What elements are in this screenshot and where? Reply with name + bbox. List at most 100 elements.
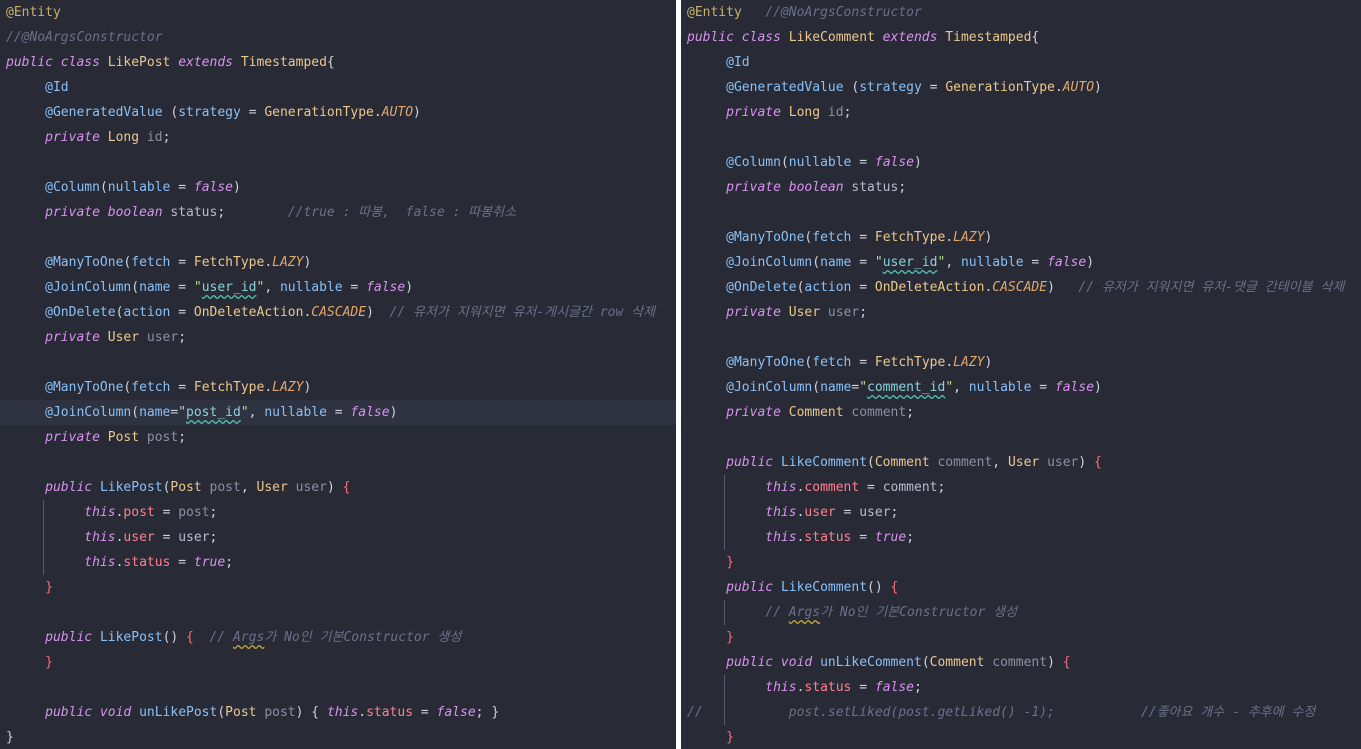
code-line[interactable]: private User user; [0, 325, 676, 350]
code-line[interactable]: public LikePost() { // Args가 No인 기본Const… [0, 625, 676, 650]
code-token: GenerationType [264, 105, 374, 120]
code-line[interactable]: private boolean status; [681, 175, 1361, 200]
code-line[interactable]: this.comment = comment; [681, 475, 1361, 500]
code-token: Post [107, 430, 147, 445]
code-line[interactable]: private Long id; [0, 125, 676, 150]
code-token: @JoinColumn [45, 405, 132, 420]
code-line[interactable]: this.post = post; [0, 500, 676, 525]
code-line[interactable]: private Post post; [0, 425, 676, 450]
code-line[interactable]: @ManyToOne(fetch = FetchType.LAZY) [0, 375, 676, 400]
code-line[interactable] [681, 325, 1361, 350]
code-line[interactable]: this.status = true; [681, 525, 1361, 550]
code-line[interactable]: public void unLikePost(Post post) { this… [0, 700, 676, 725]
code-line[interactable] [681, 125, 1361, 150]
code-token: user [178, 530, 210, 545]
code-line[interactable]: @JoinColumn(name="post_id", nullable = f… [0, 400, 676, 425]
code-line[interactable]: @JoinColumn(name = "user_id", nullable =… [0, 275, 676, 300]
code-line[interactable] [0, 450, 676, 475]
code-line[interactable]: private Long id; [681, 100, 1361, 125]
code-line[interactable]: } [0, 650, 676, 675]
code-line[interactable]: @Entity [0, 0, 676, 25]
code-token: = [248, 105, 265, 120]
code-line[interactable]: // Args가 No인 기본Constructor 생성 [681, 600, 1361, 625]
code-token: public class [6, 55, 108, 70]
code-line[interactable]: // post.setLiked(post.getLiked() -1); //… [681, 700, 1361, 725]
code-token: public [726, 580, 781, 595]
code-line[interactable]: private User user; [681, 300, 1361, 325]
code-token: false [1054, 380, 1095, 395]
code-token: ( [867, 455, 875, 470]
code-line[interactable]: @ManyToOne(fetch = FetchType.LAZY) [681, 350, 1361, 375]
code-token: status [366, 705, 421, 720]
code-token: = [420, 705, 437, 720]
code-token: ( [780, 155, 789, 170]
code-line[interactable]: this.user = user; [681, 500, 1361, 525]
code-line[interactable]: this.status = true; [0, 550, 676, 575]
code-line[interactable]: @OnDelete(action = OnDeleteAction.CASCAD… [0, 300, 676, 325]
code-token: ) [1094, 80, 1102, 95]
code-line[interactable]: } [681, 725, 1361, 749]
code-line[interactable] [0, 600, 676, 625]
code-token: ; [162, 130, 171, 145]
code-token: = [929, 80, 946, 95]
code-line[interactable]: private Comment comment; [681, 400, 1361, 425]
code-token: true [193, 555, 226, 570]
code-line[interactable]: public LikePost(Post post, User user) { [0, 475, 676, 500]
code-line[interactable] [0, 350, 676, 375]
code-line[interactable]: } [0, 725, 676, 749]
code-line[interactable]: public LikeComment(Comment comment, User… [681, 450, 1361, 475]
code-line[interactable] [681, 200, 1361, 225]
code-line[interactable]: } [0, 575, 676, 600]
code-token: false [874, 155, 915, 170]
code-line[interactable]: @Entity //@NoArgsConstructor [681, 0, 1361, 25]
code-token: public [726, 455, 781, 470]
code-token: post [264, 705, 296, 720]
code-line[interactable] [0, 675, 676, 700]
code-token: comment [804, 480, 868, 495]
code-token: LikePost [99, 480, 163, 495]
code-line[interactable]: } [681, 550, 1361, 575]
code-line[interactable]: public LikeComment() { [681, 575, 1361, 600]
code-line[interactable]: this.user = user; [0, 525, 676, 550]
code-line[interactable]: @ManyToOne(fetch = FetchType.LAZY) [0, 250, 676, 275]
code-line[interactable] [0, 150, 676, 175]
code-line[interactable]: public class LikePost extends Timestampe… [0, 50, 676, 75]
left-code-editor[interactable]: @Entity //@NoArgsConstructor public class … [0, 0, 676, 749]
code-line[interactable]: @Column(nullable = false) [0, 175, 676, 200]
code-line[interactable]: @Id [681, 50, 1361, 75]
code-line[interactable]: public class LikeComment extends Timesta… [681, 25, 1361, 50]
code-token: ; [209, 530, 218, 545]
code-line[interactable] [681, 425, 1361, 450]
code-line[interactable]: @GeneratedValue (strategy = GenerationTy… [0, 100, 676, 125]
code-line[interactable]: //@NoArgsConstructor [0, 25, 676, 50]
code-token: " [193, 280, 202, 295]
code-line[interactable]: @JoinColumn(name="comment_id", nullable … [681, 375, 1361, 400]
code-line[interactable]: @Column(nullable = false) [681, 150, 1361, 175]
code-token: ; [890, 505, 899, 520]
code-line[interactable]: @GeneratedValue (strategy = GenerationTy… [681, 75, 1361, 100]
code-line[interactable]: @ManyToOne(fetch = FetchType.LAZY) [681, 225, 1361, 250]
code-line[interactable]: @Id [0, 75, 676, 100]
code-token: nullable [279, 280, 351, 295]
code-line[interactable]: @JoinColumn(name = "user_id", nullable =… [681, 250, 1361, 275]
code-line[interactable]: public void unLikeComment(Comment commen… [681, 650, 1361, 675]
code-line[interactable]: this.status = false; [681, 675, 1361, 700]
code-token: ) [1078, 455, 1095, 470]
code-token: = [859, 255, 875, 270]
right-code-editor[interactable]: @Entity //@NoArgsConstructor public class… [681, 0, 1361, 749]
code-token: unLikeComment [820, 655, 922, 670]
code-line[interactable] [0, 225, 676, 250]
code-line[interactable]: } [681, 625, 1361, 650]
code-line[interactable]: private boolean status; //true : 따봉, fal… [0, 200, 676, 225]
code-token: @ManyToOne [45, 380, 124, 395]
code-token: name [820, 380, 852, 395]
code-token: FetchType [874, 230, 946, 245]
code-line[interactable]: @OnDelete(action = OnDeleteAction.CASCAD… [681, 275, 1361, 300]
code-token: fetch [812, 230, 860, 245]
